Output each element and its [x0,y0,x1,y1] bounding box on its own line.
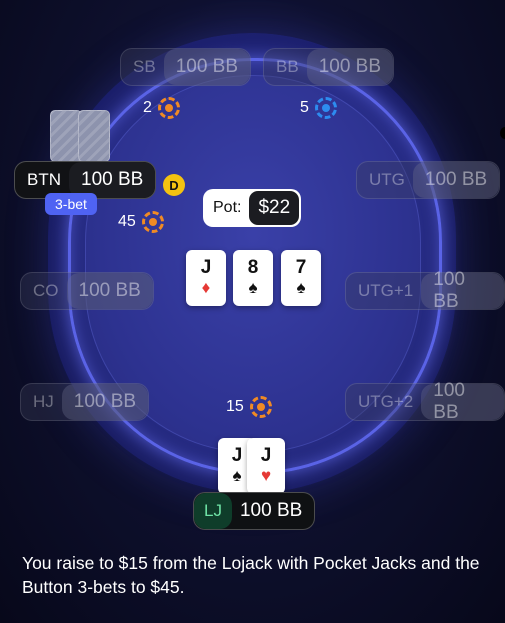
seat-utg[interactable]: UTG 100 BB [356,161,501,199]
card-rank: 8 [247,257,259,278]
spade-suit-icon: ♠ [248,278,258,297]
action-badge: 3-bet [45,193,97,215]
bet-lj: 15 [226,396,272,418]
bet-sb: 2 [143,97,180,119]
seat-stack: 100 BB [163,49,251,85]
card-rank: J [200,257,212,278]
seat-position-label: BB [276,57,299,76]
seat-co[interactable]: CO 100 BB [20,272,154,310]
chip-icon [141,211,164,233]
pot-label: Pot: [213,199,242,216]
seat-stack: 100 BB [306,49,394,85]
seat-position-label: UTG [369,170,405,189]
chip-icon [314,97,337,119]
spade-suit-icon: ♠ [232,466,242,485]
bet-amount: 15 [226,398,244,415]
diamond-suit-icon: ♦ [201,278,211,297]
bet-btn: 45 [118,211,164,233]
seat-position-label: BTN [27,170,61,189]
dealer-button-icon: D [163,174,185,196]
seat-position-label: UTG+2 [358,392,414,411]
edge-dot [500,127,505,139]
pot-amount: $22 [249,191,300,225]
chip-icon [157,97,180,119]
seat-stack: 100 BB [66,273,153,309]
seat-stack: 100 BB [239,500,303,521]
seat-position-label: UTG+1 [358,281,414,300]
card-rank: 7 [295,257,307,278]
seat-position-label: SB [133,57,156,76]
seat-stack: 100 BB [421,380,504,423]
seat-position-label: HJ [33,392,54,411]
seat-utg2[interactable]: UTG+2 100 BB [345,380,505,423]
bet-bb: 5 [300,97,337,119]
seat-hj[interactable]: HJ 100 BB [20,383,150,421]
scenario-caption: You raise to $15 from the Lojack with Po… [22,553,480,597]
seat-stack: 100 BB [412,162,500,198]
card-back [78,110,110,162]
spade-suit-icon: ♠ [296,278,306,297]
hero-card-2: J ♥ [247,438,285,494]
bet-amount: 5 [300,99,309,116]
bet-amount: 2 [143,99,152,116]
seat-position-label: CO [33,281,59,300]
seat-lj-hero[interactable]: LJ 100 BB [193,492,316,530]
heart-suit-icon: ♥ [260,466,272,485]
seat-utg1[interactable]: UTG+1 100 BB [345,269,505,312]
card-rank: J [260,445,272,466]
board-card-3: 7 ♠ [281,250,321,306]
chip-icon [249,396,272,418]
bet-amount: 45 [118,213,136,230]
pot-display: Pot: $22 [203,189,302,227]
seat-position-label: LJ [194,493,232,529]
board-card-1: J ♦ [186,250,226,306]
seat-sb[interactable]: SB 100 BB [120,48,252,86]
seat-bb[interactable]: BB 100 BB [263,48,395,86]
card-rank: J [231,445,243,466]
board-card-2: 8 ♠ [233,250,273,306]
seat-stack: 100 BB [421,269,504,312]
seat-stack: 100 BB [61,384,149,420]
